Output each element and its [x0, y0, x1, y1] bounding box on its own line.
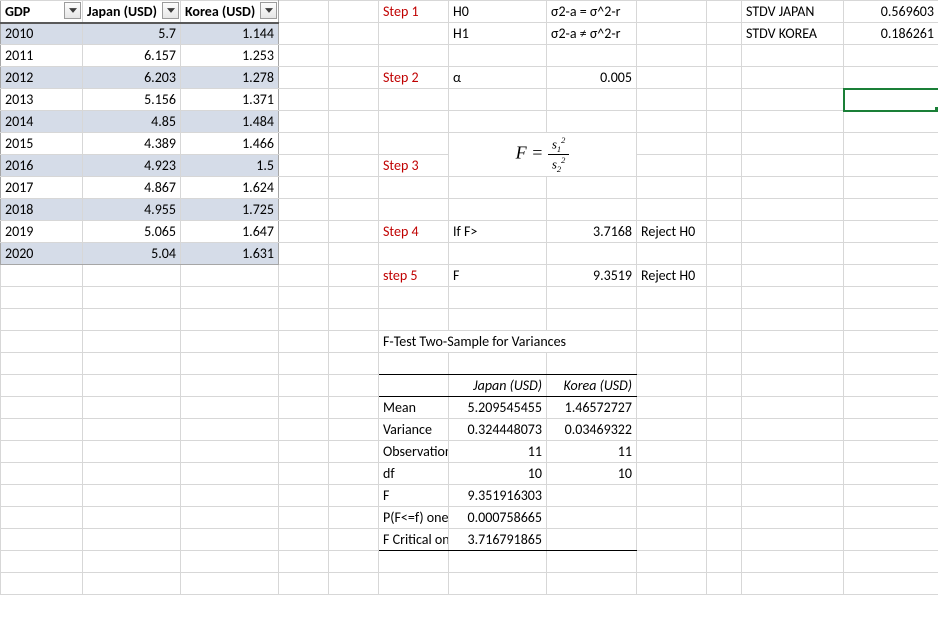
- ftest-title: F-Test Two-Sample for Variances: [379, 331, 637, 353]
- col-header-japan[interactable]: Japan (USD): [83, 1, 181, 23]
- table-row[interactable]: 1.278: [181, 67, 279, 89]
- table-row[interactable]: 6.203: [83, 67, 181, 89]
- table-row[interactable]: 2012: [1, 67, 83, 89]
- table-row[interactable]: 4.867: [83, 177, 181, 199]
- ftest-col2: Korea (USD): [547, 375, 637, 397]
- table-row[interactable]: 1.466: [181, 133, 279, 155]
- filter-button[interactable]: [260, 2, 277, 19]
- table-row[interactable]: 2016: [1, 155, 83, 177]
- step2-alpha: α: [449, 67, 547, 89]
- table-row[interactable]: 1.631: [181, 243, 279, 265]
- table-row[interactable]: 2011: [1, 45, 83, 67]
- table-row[interactable]: 1.725: [181, 199, 279, 221]
- step5-decision: Reject H0: [637, 265, 707, 287]
- ftest-mean-v2: 1.46572727: [547, 397, 637, 419]
- table-row[interactable]: 1.484: [181, 111, 279, 133]
- filter-button[interactable]: [64, 2, 81, 19]
- step1-h0: H0: [449, 1, 547, 23]
- col-header-japan-label: Japan (USD): [87, 3, 157, 20]
- ftest-col1: Japan (USD): [449, 375, 547, 397]
- ftest-mean-v1: 5.209545455: [449, 397, 547, 419]
- col-header-gdp-label: GDP: [5, 3, 30, 20]
- table-row[interactable]: 1.371: [181, 89, 279, 111]
- table-row[interactable]: 5.7: [83, 23, 181, 45]
- ftest-var-v2: 0.03469322: [547, 419, 637, 441]
- table-row[interactable]: 4.85: [83, 111, 181, 133]
- step2-label: Step 2: [379, 67, 449, 89]
- step3-label: Step 3: [379, 155, 449, 177]
- table-row[interactable]: 4.955: [83, 199, 181, 221]
- step1-label: Step 1: [379, 1, 449, 23]
- table-row[interactable]: 1.5: [181, 155, 279, 177]
- col-header-korea[interactable]: Korea (USD): [181, 1, 279, 23]
- table-row[interactable]: 5.156: [83, 89, 181, 111]
- step1-h0-formula: σ2-a = σ^2-r: [547, 1, 637, 23]
- table-row[interactable]: 2014: [1, 111, 83, 133]
- step5-f-label: F: [449, 265, 547, 287]
- ftest-df-v2: 10: [547, 463, 637, 485]
- table-row[interactable]: 2013: [1, 89, 83, 111]
- table-row[interactable]: 4.923: [83, 155, 181, 177]
- step2-alpha-val: 0.005: [547, 67, 637, 89]
- ftest-p-v1: 0.000758665: [449, 507, 547, 529]
- table-row[interactable]: 5.065: [83, 221, 181, 243]
- step4-if: If F>: [449, 221, 547, 243]
- f-formula: F = s12s22: [449, 133, 637, 177]
- step1-h1-formula: σ2-a ≠ σ^2-r: [547, 23, 637, 45]
- ftest-obs-label: Observations: [379, 441, 449, 463]
- step4-crit: 3.7168: [547, 221, 637, 243]
- table-row[interactable]: 1.253: [181, 45, 279, 67]
- table-row[interactable]: 2019: [1, 221, 83, 243]
- ftest-df-label: df: [379, 463, 449, 485]
- ftest-mean-label: Mean: [379, 397, 449, 419]
- table-row[interactable]: 2010: [1, 23, 83, 45]
- table-row[interactable]: 4.389: [83, 133, 181, 155]
- ftest-obs-v1: 11: [449, 441, 547, 463]
- table-row[interactable]: 6.157: [83, 45, 181, 67]
- table-row[interactable]: 1.624: [181, 177, 279, 199]
- ftest-f-label: F: [379, 485, 449, 507]
- step5-f-val: 9.3519: [547, 265, 637, 287]
- table-row[interactable]: 2020: [1, 243, 83, 265]
- ftest-var-v1: 0.324448073: [449, 419, 547, 441]
- table-row[interactable]: 2018: [1, 199, 83, 221]
- table-row[interactable]: 2015: [1, 133, 83, 155]
- table-row[interactable]: 2017: [1, 177, 83, 199]
- table-row[interactable]: 5.04: [83, 243, 181, 265]
- ftest-fcrit-v1: 3.716791865: [449, 529, 547, 551]
- active-cell[interactable]: [844, 89, 938, 111]
- ftest-var-label: Variance: [379, 419, 449, 441]
- step4-decision: Reject H0: [637, 221, 707, 243]
- step5-label: step 5: [379, 265, 449, 287]
- step4-label: Step 4: [379, 221, 449, 243]
- stdv-korea-val: 0.186261: [844, 23, 938, 45]
- ftest-f-v1: 9.351916303: [449, 485, 547, 507]
- ftest-df-v1: 10: [449, 463, 547, 485]
- col-header-gdp[interactable]: GDP: [1, 1, 83, 23]
- table-row[interactable]: 1.647: [181, 221, 279, 243]
- filter-button[interactable]: [162, 2, 179, 19]
- ftest-p-label: P(F<=f) one-tail: [379, 507, 449, 529]
- ftest-fcrit-label: F Critical one-tail: [379, 529, 449, 551]
- step1-h1: H1: [449, 23, 547, 45]
- stdv-japan-label: STDV JAPAN: [742, 1, 844, 23]
- stdv-korea-label: STDV KOREA: [742, 23, 844, 45]
- table-row[interactable]: 1.144: [181, 23, 279, 45]
- col-header-korea-label: Korea (USD): [185, 3, 255, 20]
- ftest-obs-v2: 11: [547, 441, 637, 463]
- stdv-japan-val: 0.569603: [844, 1, 938, 23]
- spreadsheet-grid[interactable]: GDP Japan (USD) Korea (USD) Step 1 H0 σ2…: [0, 0, 938, 595]
